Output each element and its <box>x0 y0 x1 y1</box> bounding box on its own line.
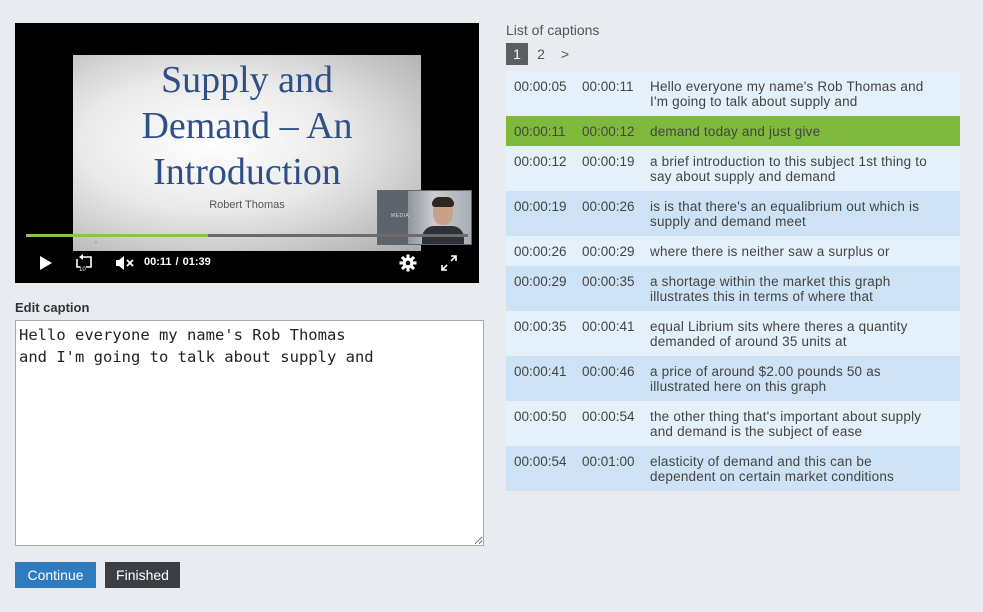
finished-button[interactable]: Finished <box>105 562 180 588</box>
caption-text: a shortage within the market this graph … <box>650 274 891 304</box>
current-time: 00:11 <box>144 256 172 268</box>
page-link-2[interactable]: 2 <box>530 43 552 65</box>
caption-editor[interactable]: Hello everyone my name's Rob Thomas and … <box>15 320 484 546</box>
caption-row[interactable]: 00:00:19 00:00:26 is is that there's an … <box>506 191 960 236</box>
caption-end: 00:00:46 <box>582 364 635 379</box>
caption-row[interactable]: 00:00:54 00:01:00 elasticity of demand a… <box>506 446 960 491</box>
caption-text: the other thing that's important about s… <box>650 409 922 439</box>
svg-text:10: 10 <box>79 267 86 272</box>
caption-end: 00:00:35 <box>582 274 635 289</box>
caption-end: 00:00:41 <box>582 319 635 334</box>
caption-end: 00:00:29 <box>582 244 635 259</box>
slide-title-line: Demand – An <box>141 105 353 147</box>
pip-label: MEDIA <box>391 213 410 219</box>
play-button[interactable] <box>37 251 55 275</box>
caption-list: 00:00:05 00:00:11 Hello everyone my name… <box>506 71 960 491</box>
caption-text: is is that there's an equalibrium out wh… <box>650 199 920 229</box>
page-link-1[interactable]: 1 <box>506 43 528 65</box>
progress-fill <box>26 234 209 237</box>
video-player[interactable]: Supply and Demand – An Introduction Robe… <box>15 23 479 283</box>
caption-start: 00:00:12 <box>514 154 567 169</box>
progress-marker <box>95 241 97 243</box>
caption-start: 00:00:50 <box>514 409 567 424</box>
play-icon <box>40 256 52 270</box>
caption-row[interactable]: 00:00:26 00:00:29 where there is neither… <box>506 236 960 266</box>
caption-end: 00:00:12 <box>582 124 635 139</box>
caption-end: 00:00:26 <box>582 199 635 214</box>
slide-frame: Supply and Demand – An Introduction Robe… <box>73 55 421 251</box>
rewind-10-button[interactable]: 10 <box>74 251 96 275</box>
caption-start: 00:00:05 <box>514 79 567 94</box>
caption-row[interactable]: 00:00:29 00:00:35 a shortage within the … <box>506 266 960 311</box>
slide-title: Supply and Demand – An Introduction <box>73 57 421 195</box>
rewind-10-icon: 10 <box>76 254 92 272</box>
caption-text: elasticity of demand and this can be dep… <box>650 454 895 484</box>
caption-text: Hello everyone my name's Rob Thomas and … <box>650 79 924 109</box>
caption-row-active[interactable]: 00:00:11 00:00:12 demand today and just … <box>506 116 960 146</box>
continue-button[interactable]: Continue <box>15 562 96 588</box>
pagination: 1 2 > <box>506 43 578 65</box>
page-next[interactable]: > <box>554 43 576 65</box>
caption-end: 00:00:54 <box>582 409 635 424</box>
slide-title-line: Introduction <box>153 151 341 193</box>
caption-row[interactable]: 00:00:35 00:00:41 equal Librium sits whe… <box>506 311 960 356</box>
caption-text: where there is neither saw a surplus or <box>650 244 890 259</box>
caption-start: 00:00:35 <box>514 319 567 334</box>
caption-start: 00:00:11 <box>514 124 566 139</box>
caption-row[interactable]: 00:00:12 00:00:19 a brief introduction t… <box>506 146 960 191</box>
caption-text: demand today and just give <box>650 124 821 139</box>
caption-row[interactable]: 00:00:05 00:00:11 Hello everyone my name… <box>506 71 960 116</box>
caption-text: equal Librium sits where theres a quanti… <box>650 319 908 349</box>
gear-icon <box>399 254 417 272</box>
edit-caption-label: Edit caption <box>15 300 90 315</box>
video-controls: 10 00:11/01:39 <box>15 251 479 275</box>
caption-end: 00:00:11 <box>582 79 634 94</box>
caption-text: a brief introduction to this subject 1st… <box>650 154 927 184</box>
time-separator: / <box>175 256 179 268</box>
caption-start: 00:00:54 <box>514 454 567 469</box>
fullscreen-icon <box>441 255 457 271</box>
caption-list-title: List of captions <box>506 22 600 38</box>
caption-row[interactable]: 00:00:41 00:00:46 a price of around $2.0… <box>506 356 960 401</box>
caption-end: 00:00:19 <box>582 154 635 169</box>
slide-title-line: Supply and <box>160 59 334 101</box>
caption-start: 00:00:26 <box>514 244 567 259</box>
progress-bar[interactable] <box>26 234 468 237</box>
caption-start: 00:00:29 <box>514 274 567 289</box>
time-display: 00:11/01:39 <box>144 256 211 268</box>
mute-button[interactable] <box>114 251 136 275</box>
caption-start: 00:00:19 <box>514 199 567 214</box>
mute-icon <box>116 256 134 270</box>
caption-row[interactable]: 00:00:50 00:00:54 the other thing that's… <box>506 401 960 446</box>
fullscreen-button[interactable] <box>439 251 459 275</box>
slide-author: Robert Thomas <box>209 199 285 211</box>
caption-start: 00:00:41 <box>514 364 567 379</box>
settings-button[interactable] <box>398 251 418 275</box>
duration: 01:39 <box>182 256 211 268</box>
caption-end: 00:01:00 <box>582 454 635 469</box>
caption-text: a price of around $2.00 pounds 50 as ill… <box>650 364 881 394</box>
